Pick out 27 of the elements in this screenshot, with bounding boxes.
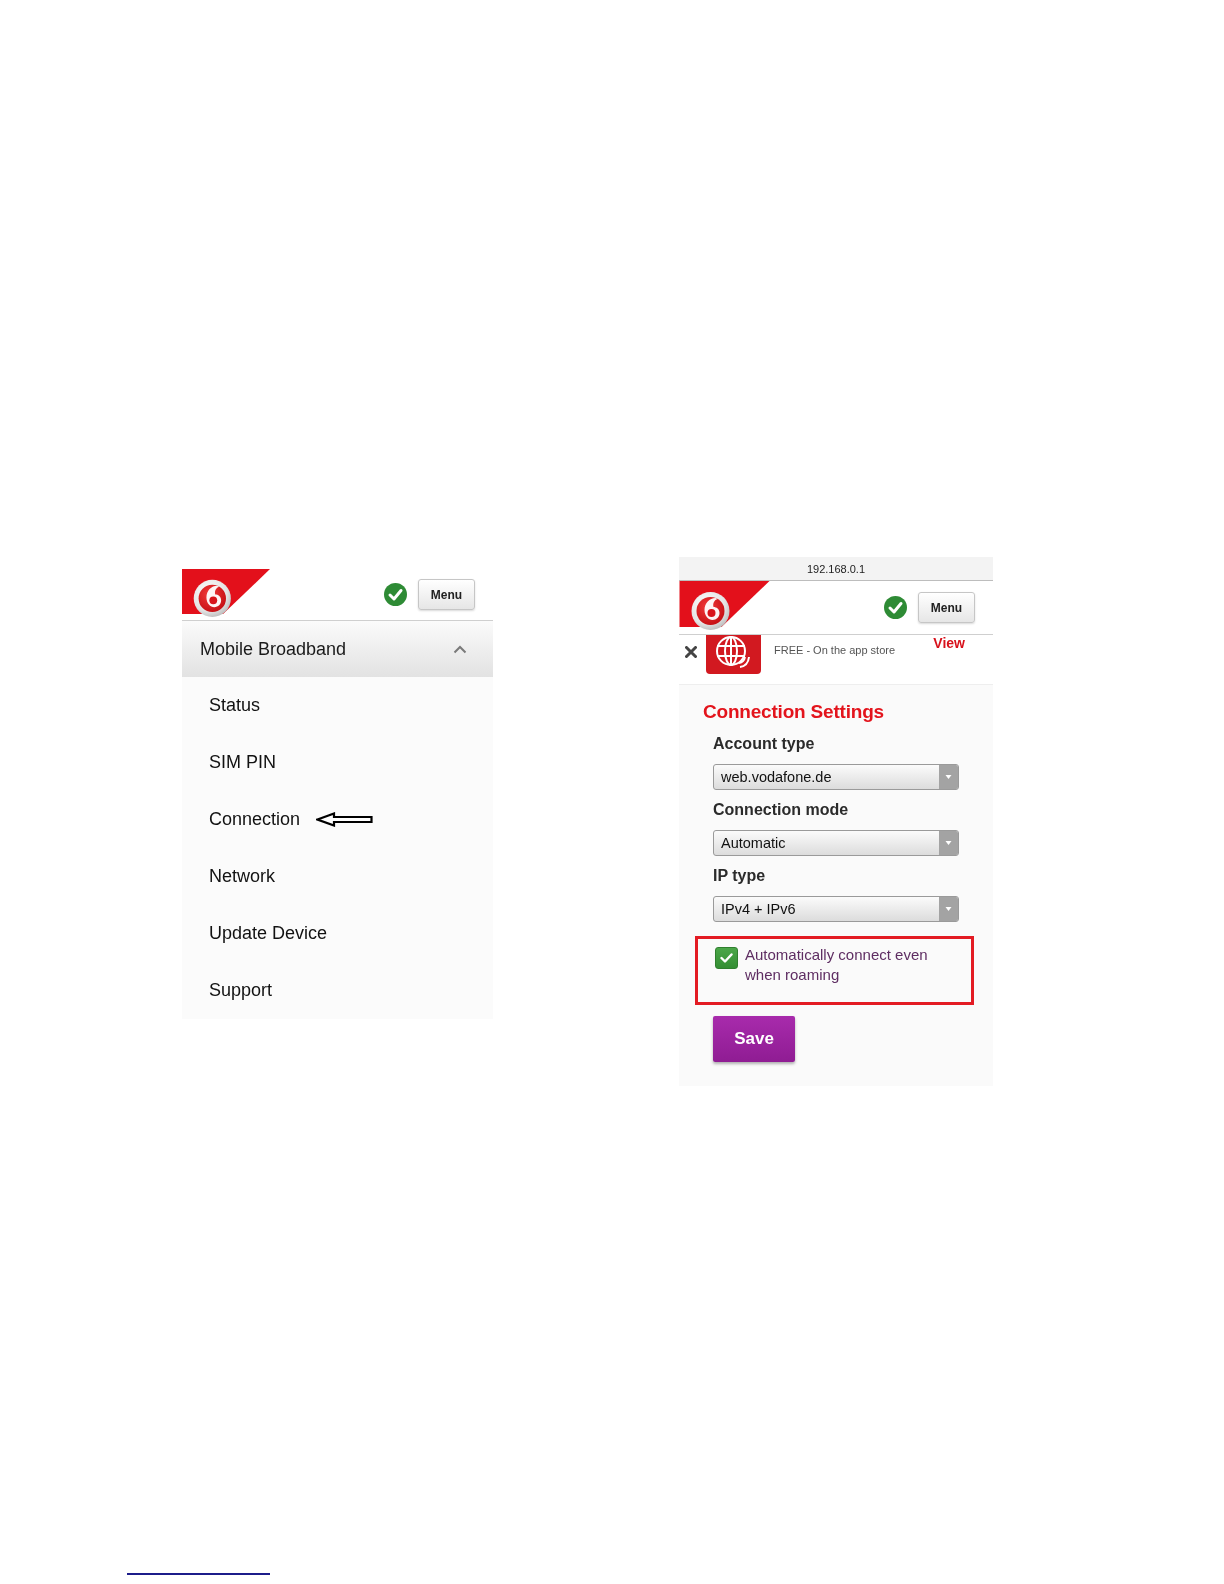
menu-item[interactable]: Status [209,695,261,716]
select-field[interactable]: IPv4 + IPv6 [713,896,959,922]
menu-button[interactable]: Menu [918,592,975,623]
menu-item[interactable]: Support [209,980,273,1001]
field-label: Connection mode [713,800,849,820]
address-text: 192.168.0.1 [806,562,866,575]
save-button[interactable]: Save [713,1016,795,1062]
field-label: IP type [713,866,766,886]
menu-item[interactable]: Connection [209,809,301,830]
checkbox-label: Automatically connect even when roaming [745,945,929,985]
status-check-icon [884,596,907,619]
menu-item[interactable]: SIM PIN [209,752,276,773]
close-icon[interactable] [685,646,697,658]
status-check-icon [384,583,407,606]
section-title: Mobile Broadband [200,638,347,660]
menu-item[interactable]: Update Device [209,923,328,944]
select-field[interactable]: Automatic [713,830,959,856]
select-field[interactable]: web.vodafone.de [713,764,959,790]
tick-icon [720,953,733,963]
menu-button[interactable]: Menu [418,579,475,610]
checkbox[interactable] [715,947,738,969]
address-bar[interactable]: 192.168.0.1 [679,557,993,581]
menu-item[interactable]: Network [209,866,275,887]
page-title: Connection Settings [703,701,884,723]
view-link[interactable]: View [933,635,965,652]
banner-subtitle: FREE - On the app store [774,644,896,656]
field-label: Account type [713,734,815,754]
